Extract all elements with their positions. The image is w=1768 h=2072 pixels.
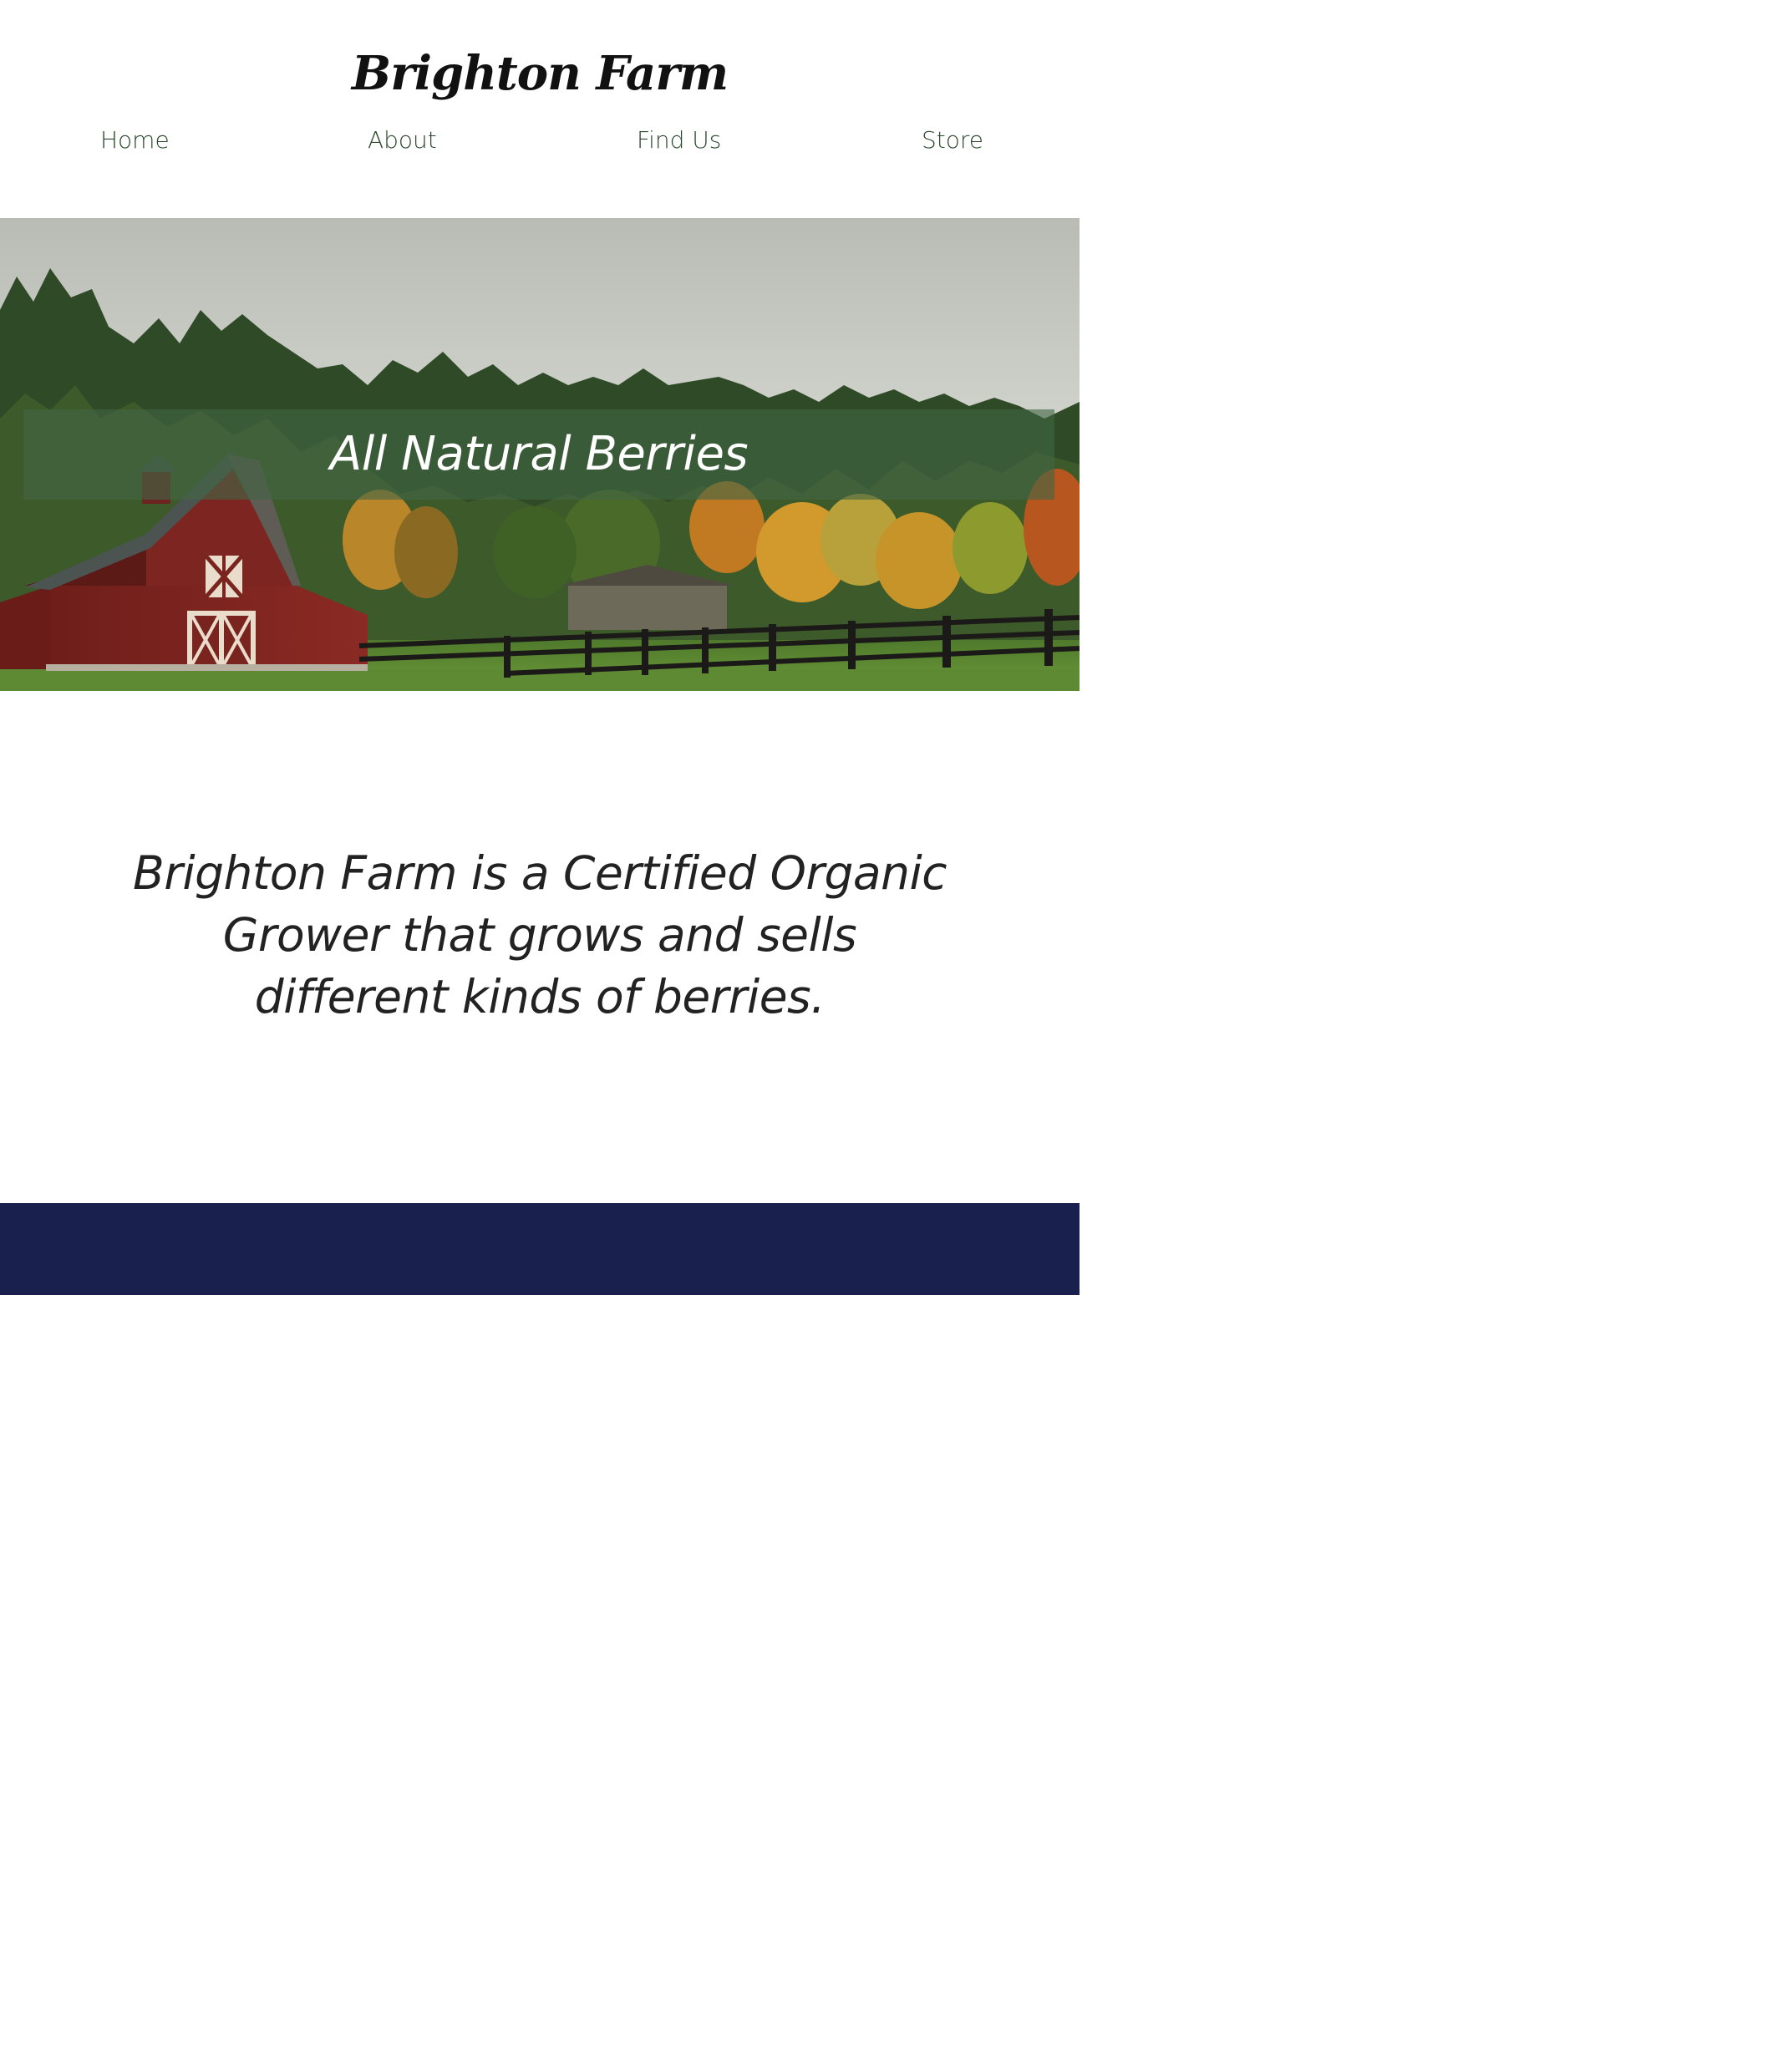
hero-heading: All Natural Berries	[329, 427, 749, 481]
nav-item-home[interactable]: Home	[100, 122, 170, 159]
hero-section: All Natural Berries	[0, 218, 1080, 691]
nav-item-store[interactable]: Store	[922, 122, 983, 159]
nav-item-find-us[interactable]: Find Us	[637, 122, 721, 159]
nav-item-about[interactable]: About	[368, 122, 437, 159]
hero-banner: All Natural Berries	[23, 409, 1054, 500]
main-nav: Home About Find Us Store	[0, 122, 1080, 159]
footer-band	[0, 1203, 1080, 1295]
page: Brighton Farm Home About Find Us Store A…	[0, 0, 1105, 1295]
site-title[interactable]: Brighton Farm	[0, 40, 1080, 107]
intro-text: Brighton Farm is a Certified Organic Gro…	[132, 846, 948, 1023]
